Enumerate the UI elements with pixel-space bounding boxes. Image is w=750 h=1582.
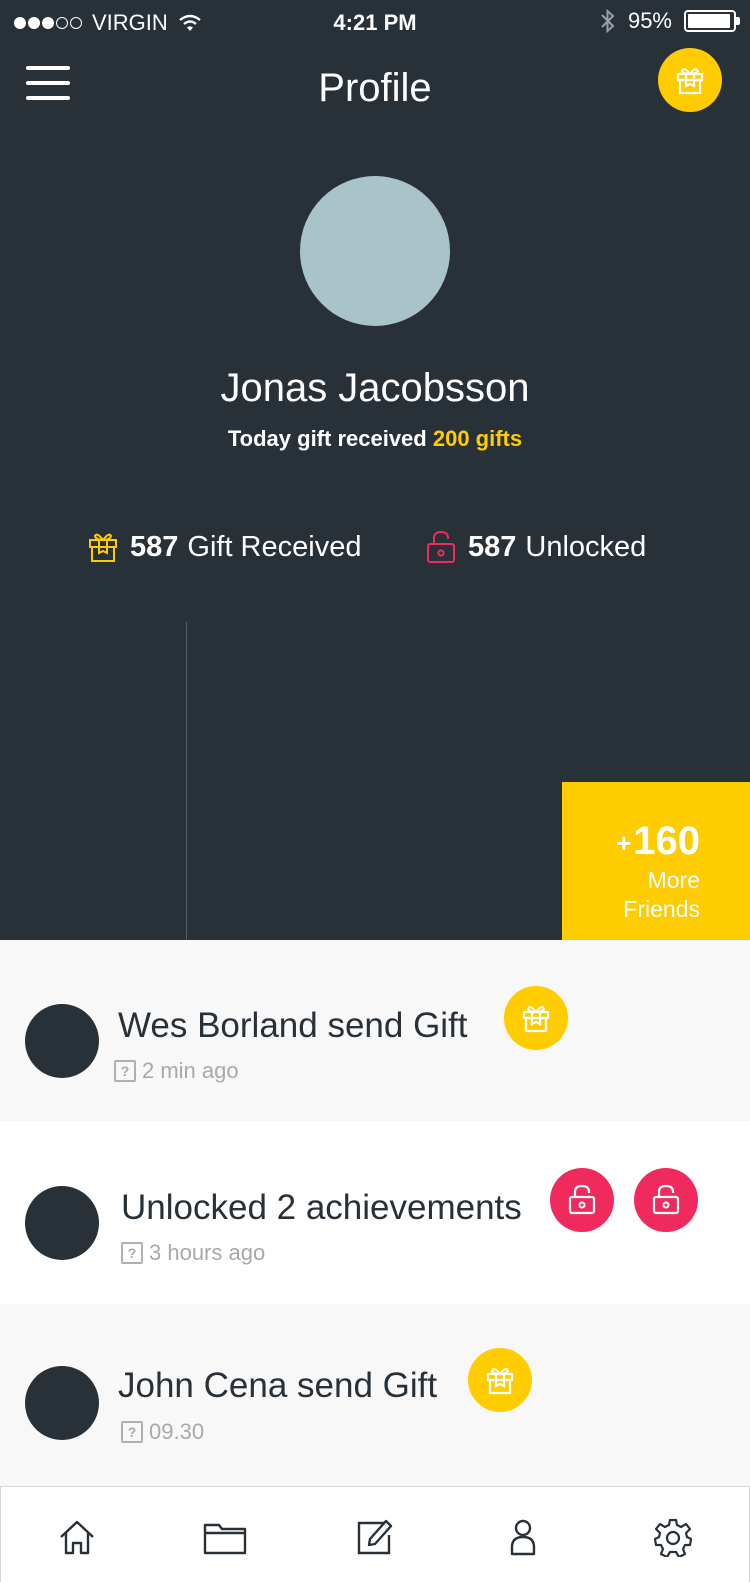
edit-icon: [357, 1519, 393, 1555]
tab-settings[interactable]: [651, 1515, 695, 1559]
feed-item[interactable]: John Cena send Gift ? 09.30: [0, 1304, 750, 1486]
timeline-divider: [186, 622, 187, 940]
feed-item-time: ? 2 min ago: [114, 1058, 239, 1084]
friend-avatar[interactable]: [25, 1366, 99, 1440]
stat-unlocked[interactable]: 587 Unlocked: [426, 522, 646, 572]
unlock-icon: [427, 530, 455, 563]
stat-gift-label: Gift Received: [187, 530, 362, 563]
folder-icon: [203, 1523, 247, 1555]
question-icon: ?: [114, 1060, 136, 1082]
activity-feed: Wes Borland send Gift ? 2 min ago Unlock…: [0, 940, 750, 1486]
feed-item-title: Unlocked 2 achievements: [121, 1188, 522, 1227]
tab-home[interactable]: [55, 1515, 99, 1559]
question-icon: ?: [121, 1421, 143, 1443]
user-icon: [510, 1519, 536, 1556]
battery-percent: 95%: [627, 8, 672, 33]
tab-edit[interactable]: [353, 1515, 397, 1559]
feed-item-title: John Cena send Gift: [118, 1366, 438, 1405]
more-friends-button[interactable]: +160 More Friends: [562, 782, 750, 940]
battery-level-fill: [688, 14, 730, 28]
feed-item[interactable]: Wes Borland send Gift ? 2 min ago: [0, 940, 750, 1122]
gift-icon: [89, 533, 117, 562]
user-name: Jonas Jacobsson: [220, 366, 530, 410]
profile-header: VIRGIN 4:21 PM 95% Profile Jonas Jacobss…: [0, 0, 750, 940]
stat-gift-received[interactable]: 587 Gift Received: [88, 522, 361, 572]
feed-item-title: Wes Borland send Gift: [118, 1006, 468, 1045]
feed-item-time: ? 09.30: [121, 1419, 204, 1445]
unlock-icon: [568, 1184, 596, 1215]
friend-avatar[interactable]: [25, 1186, 99, 1260]
tab-folder[interactable]: [203, 1515, 247, 1559]
question-icon: ?: [121, 1242, 143, 1264]
status-bar: VIRGIN 4:21 PM 95%: [0, 0, 750, 46]
gift-badge[interactable]: [468, 1348, 532, 1412]
stat-unlocked-label: Unlocked: [525, 530, 647, 563]
battery-icon: [684, 10, 740, 32]
tab-bar: [0, 1486, 750, 1582]
friend-avatar[interactable]: [25, 1004, 99, 1078]
stat-unlocked-count: 587: [468, 530, 517, 563]
gift-button[interactable]: [658, 48, 722, 112]
gift-icon: [486, 1368, 514, 1395]
unlock-icon: [652, 1184, 680, 1215]
gift-icon: [522, 1006, 550, 1033]
home-icon: [60, 1520, 94, 1555]
feed-item[interactable]: Unlocked 2 achievements ? 3 hours ago: [0, 1122, 750, 1304]
tab-profile[interactable]: [501, 1515, 545, 1559]
stat-gift-count: 587: [130, 530, 179, 563]
gift-icon: [676, 68, 704, 95]
settings-icon: [653, 1518, 693, 1557]
page-title: Profile: [318, 66, 432, 110]
unlock-badge[interactable]: [550, 1168, 614, 1232]
gift-badge[interactable]: [504, 986, 568, 1050]
profile-avatar[interactable]: [300, 176, 450, 326]
gift-summary: Today gift received 200 gifts: [227, 426, 523, 451]
feed-item-time: ? 3 hours ago: [121, 1240, 265, 1266]
more-friends-count: 160: [633, 819, 700, 863]
unlock-badge[interactable]: [634, 1168, 698, 1232]
gift-summary-count: 200 gifts: [432, 426, 523, 451]
bluetooth-icon: [601, 8, 615, 34]
